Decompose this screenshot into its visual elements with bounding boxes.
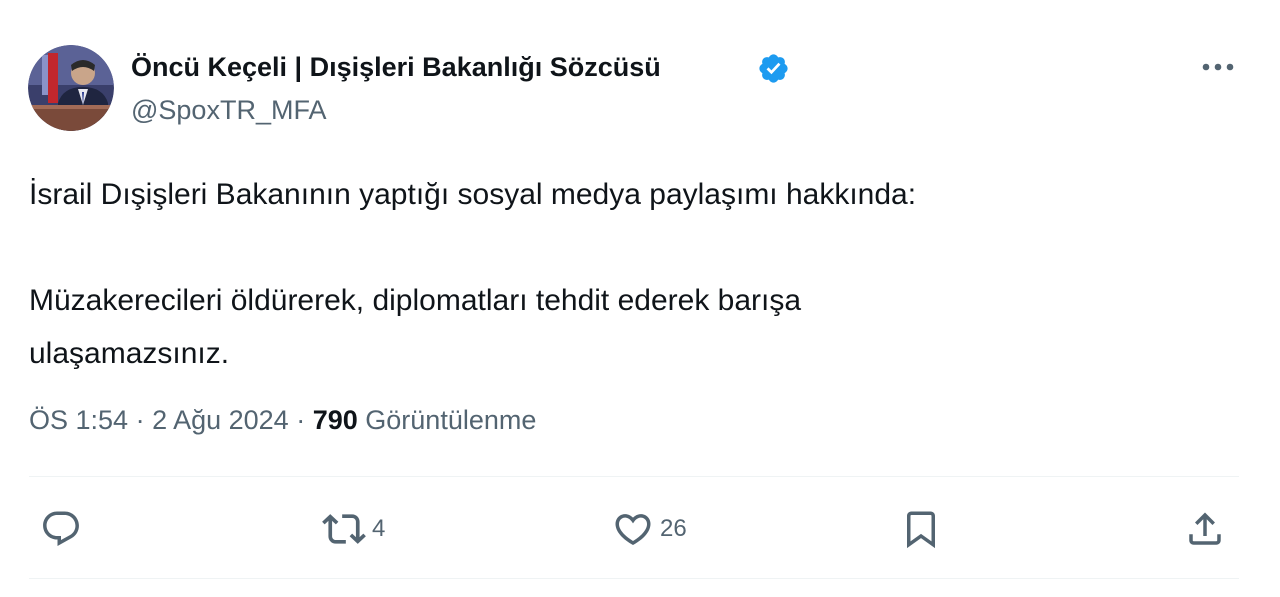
verified-badge-icon: [759, 54, 788, 83]
meta-separator: ·: [128, 405, 153, 435]
tweet-card: Öncü Keçeli | Dışişleri Bakanlığı Sözcüs…: [0, 0, 1280, 597]
share-button[interactable]: [1184, 507, 1226, 551]
more-dots-icon: [1202, 63, 1234, 71]
retweet-button[interactable]: 4: [322, 507, 385, 551]
retweet-arrows-icon: [322, 514, 366, 544]
retweet-count: 4: [372, 515, 386, 542]
tweet-text: İsrail Dışişleri Bakanının yaptığı sosya…: [29, 168, 1239, 380]
tweet-time[interactable]: ÖS 1:54: [29, 405, 128, 435]
like-button[interactable]: 26: [612, 507, 687, 551]
tweet-paragraph: Müzakerecileri öldürerek, diplomatları t…: [29, 284, 802, 370]
divider: [29, 476, 1239, 477]
tweet-date[interactable]: 2 Ağu 2024: [152, 405, 289, 435]
reply-button[interactable]: [40, 507, 82, 551]
more-options-button[interactable]: [1196, 50, 1240, 84]
tweet-meta: ÖS 1:54 · 2 Ağu 2024 · 790 Görüntülenme: [29, 402, 536, 438]
divider: [29, 578, 1239, 579]
meta-separator: ·: [288, 405, 313, 435]
share-upload-icon: [1189, 512, 1221, 545]
bookmark-icon: [907, 511, 935, 549]
author-handle[interactable]: @SpoxTR_MFA: [131, 93, 326, 127]
author-avatar[interactable]: [28, 45, 114, 131]
views-count: 790: [312, 405, 358, 435]
profile-photo-icon: [28, 45, 114, 131]
heart-icon: [615, 514, 651, 546]
author-display-name[interactable]: Öncü Keçeli | Dışişleri Bakanlığı Sözcüs…: [131, 50, 661, 84]
like-count: 26: [660, 515, 687, 542]
tweet-paragraph: İsrail Dışişleri Bakanının yaptığı sosya…: [29, 178, 917, 211]
bookmark-button[interactable]: [900, 507, 942, 551]
speech-bubble-icon: [43, 511, 79, 546]
views-label: Görüntülenme: [365, 405, 537, 435]
